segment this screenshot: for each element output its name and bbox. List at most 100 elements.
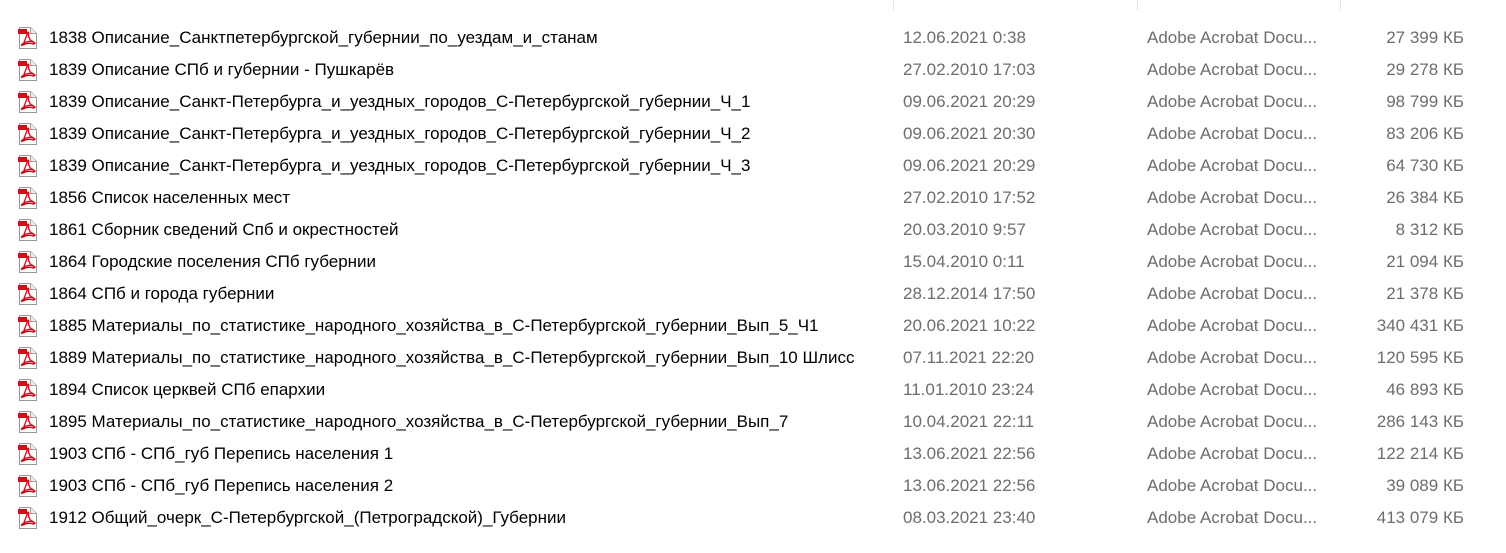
file-row[interactable]: 1894 Список церквей СПб епархии 11.01.20… xyxy=(0,374,1506,406)
file-size: 26 384 КБ xyxy=(1386,188,1464,207)
file-size: 120 595 КБ xyxy=(1376,348,1464,367)
file-row[interactable]: 1839 Описание СПб и губернии - Пушкарёв … xyxy=(0,54,1506,86)
file-row[interactable]: 1895 Материалы_по_статистике_народного_х… xyxy=(0,406,1506,438)
file-type: Adobe Acrobat Docu... xyxy=(1147,60,1318,79)
file-row[interactable]: 1861 Сборник сведений Спб и окрестностей… xyxy=(0,214,1506,246)
file-size: 413 079 КБ xyxy=(1376,508,1464,527)
pdf-file-icon xyxy=(18,251,37,273)
file-type: Adobe Acrobat Docu... xyxy=(1147,188,1318,207)
file-date-modified: 27.02.2010 17:52 xyxy=(903,188,1036,207)
file-row[interactable]: 1839 Описание_Санкт-Петербурга_и_уездных… xyxy=(0,86,1506,118)
pdf-file-icon xyxy=(18,443,37,465)
pdf-file-icon xyxy=(18,507,37,529)
pdf-file-icon xyxy=(18,411,37,433)
file-name[interactable]: 1864 Городские поселения СПб губернии xyxy=(49,246,889,278)
file-name[interactable]: 1839 Описание_Санкт-Петербурга_и_уездных… xyxy=(49,118,889,150)
pdf-file-icon xyxy=(18,475,37,497)
file-size: 122 214 КБ xyxy=(1376,444,1464,463)
file-name[interactable]: 1839 Описание_Санкт-Петербурга_и_уездных… xyxy=(49,150,889,182)
file-size: 27 399 КБ xyxy=(1386,28,1464,47)
column-divider-date[interactable] xyxy=(893,0,894,10)
file-date-modified: 12.06.2021 0:38 xyxy=(903,28,1026,47)
column-divider-type[interactable] xyxy=(1137,0,1138,10)
file-type: Adobe Acrobat Docu... xyxy=(1147,380,1318,399)
file-row[interactable]: 1885 Материалы_по_статистике_народного_х… xyxy=(0,310,1506,342)
file-size: 98 799 КБ xyxy=(1386,92,1464,111)
pdf-file-icon xyxy=(18,315,37,337)
file-type: Adobe Acrobat Docu... xyxy=(1147,28,1318,47)
file-date-modified: 27.02.2010 17:03 xyxy=(903,60,1036,79)
file-row[interactable]: 1864 СПб и города губернии 28.12.2014 17… xyxy=(0,278,1506,310)
pdf-file-icon xyxy=(18,123,37,145)
file-row[interactable]: 1839 Описание_Санкт-Петербурга_и_уездных… xyxy=(0,150,1506,182)
pdf-file-icon xyxy=(18,155,37,177)
file-type: Adobe Acrobat Docu... xyxy=(1147,348,1318,367)
file-date-modified: 20.03.2010 9:57 xyxy=(903,220,1026,239)
file-size: 39 089 КБ xyxy=(1386,476,1464,495)
file-row[interactable]: 1838 Описание_Санктпетербургской_губерни… xyxy=(0,22,1506,54)
file-type: Adobe Acrobat Docu... xyxy=(1147,156,1318,175)
pdf-file-icon xyxy=(18,27,37,49)
file-size: 29 278 КБ xyxy=(1386,60,1464,79)
file-size: 286 143 КБ xyxy=(1376,412,1464,431)
file-name[interactable]: 1839 Описание СПб и губернии - Пушкарёв xyxy=(49,54,889,86)
file-size: 21 378 КБ xyxy=(1386,284,1464,303)
file-type: Adobe Acrobat Docu... xyxy=(1147,284,1318,303)
file-date-modified: 10.04.2021 22:11 xyxy=(903,412,1035,431)
file-size: 8 312 КБ xyxy=(1395,220,1464,239)
file-name[interactable]: 1894 Список церквей СПб епархии xyxy=(49,374,889,406)
pdf-file-icon xyxy=(18,187,37,209)
file-row[interactable]: 1912 Общий_очерк_С-Петербургской_(Петрог… xyxy=(0,502,1506,534)
file-size: 340 431 КБ xyxy=(1376,316,1464,335)
file-date-modified: 08.03.2021 23:40 xyxy=(903,508,1036,527)
pdf-file-icon xyxy=(18,219,37,241)
file-name[interactable]: 1856 Список населенных мест xyxy=(49,182,889,214)
pdf-file-icon xyxy=(18,379,37,401)
file-name[interactable]: 1903 СПб - СПб_губ Перепись населения 1 xyxy=(49,438,889,470)
file-date-modified: 09.06.2021 20:29 xyxy=(903,92,1036,111)
file-type: Adobe Acrobat Docu... xyxy=(1147,92,1318,111)
column-header-strip xyxy=(0,0,1506,10)
file-date-modified: 20.06.2021 10:22 xyxy=(903,316,1036,335)
file-name[interactable]: 1889 Материалы_по_статистике_народного_х… xyxy=(49,342,889,374)
file-name[interactable]: 1895 Материалы_по_статистике_народного_х… xyxy=(49,406,889,438)
file-name[interactable]: 1864 СПб и города губернии xyxy=(49,278,889,310)
file-row[interactable]: 1903 СПб - СПб_губ Перепись населения 2 … xyxy=(0,470,1506,502)
pdf-file-icon xyxy=(18,347,37,369)
file-name[interactable]: 1903 СПб - СПб_губ Перепись населения 2 xyxy=(49,470,889,502)
file-type: Adobe Acrobat Docu... xyxy=(1147,444,1318,463)
file-type: Adobe Acrobat Docu... xyxy=(1147,124,1318,143)
file-size: 21 094 КБ xyxy=(1386,252,1464,271)
file-size: 64 730 КБ xyxy=(1386,156,1464,175)
file-date-modified: 11.01.2010 23:24 xyxy=(903,380,1035,399)
file-type: Adobe Acrobat Docu... xyxy=(1147,252,1318,271)
file-row[interactable]: 1864 Городские поселения СПб губернии 15… xyxy=(0,246,1506,278)
file-name[interactable]: 1838 Описание_Санктпетербургской_губерни… xyxy=(49,22,889,54)
file-row[interactable]: 1903 СПб - СПб_губ Перепись населения 1 … xyxy=(0,438,1506,470)
file-date-modified: 07.11.2021 22:20 xyxy=(903,348,1035,367)
pdf-file-icon xyxy=(18,283,37,305)
file-date-modified: 15.04.2010 0:11 xyxy=(903,252,1025,271)
file-list: 1838 Описание_Санктпетербургской_губерни… xyxy=(0,22,1506,534)
file-type: Adobe Acrobat Docu... xyxy=(1147,476,1318,495)
pdf-file-icon xyxy=(18,59,37,81)
file-name[interactable]: 1912 Общий_очерк_С-Петербургской_(Петрог… xyxy=(49,502,889,534)
file-size: 83 206 КБ xyxy=(1386,124,1464,143)
file-date-modified: 28.12.2014 17:50 xyxy=(903,284,1036,303)
file-size: 46 893 КБ xyxy=(1386,380,1464,399)
file-name[interactable]: 1861 Сборник сведений Спб и окрестностей xyxy=(49,214,889,246)
file-name[interactable]: 1885 Материалы_по_статистике_народного_х… xyxy=(49,310,889,342)
file-date-modified: 09.06.2021 20:29 xyxy=(903,156,1036,175)
file-type: Adobe Acrobat Docu... xyxy=(1147,412,1318,431)
file-type: Adobe Acrobat Docu... xyxy=(1147,508,1318,527)
file-date-modified: 09.06.2021 20:30 xyxy=(903,124,1036,143)
file-type: Adobe Acrobat Docu... xyxy=(1147,220,1318,239)
file-row[interactable]: 1856 Список населенных мест 27.02.2010 1… xyxy=(0,182,1506,214)
file-row[interactable]: 1889 Материалы_по_статистике_народного_х… xyxy=(0,342,1506,374)
column-divider-size[interactable] xyxy=(1340,0,1341,10)
file-date-modified: 13.06.2021 22:56 xyxy=(903,444,1036,463)
file-date-modified: 13.06.2021 22:56 xyxy=(903,476,1036,495)
pdf-file-icon xyxy=(18,91,37,113)
file-name[interactable]: 1839 Описание_Санкт-Петербурга_и_уездных… xyxy=(49,86,889,118)
file-row[interactable]: 1839 Описание_Санкт-Петербурга_и_уездных… xyxy=(0,118,1506,150)
